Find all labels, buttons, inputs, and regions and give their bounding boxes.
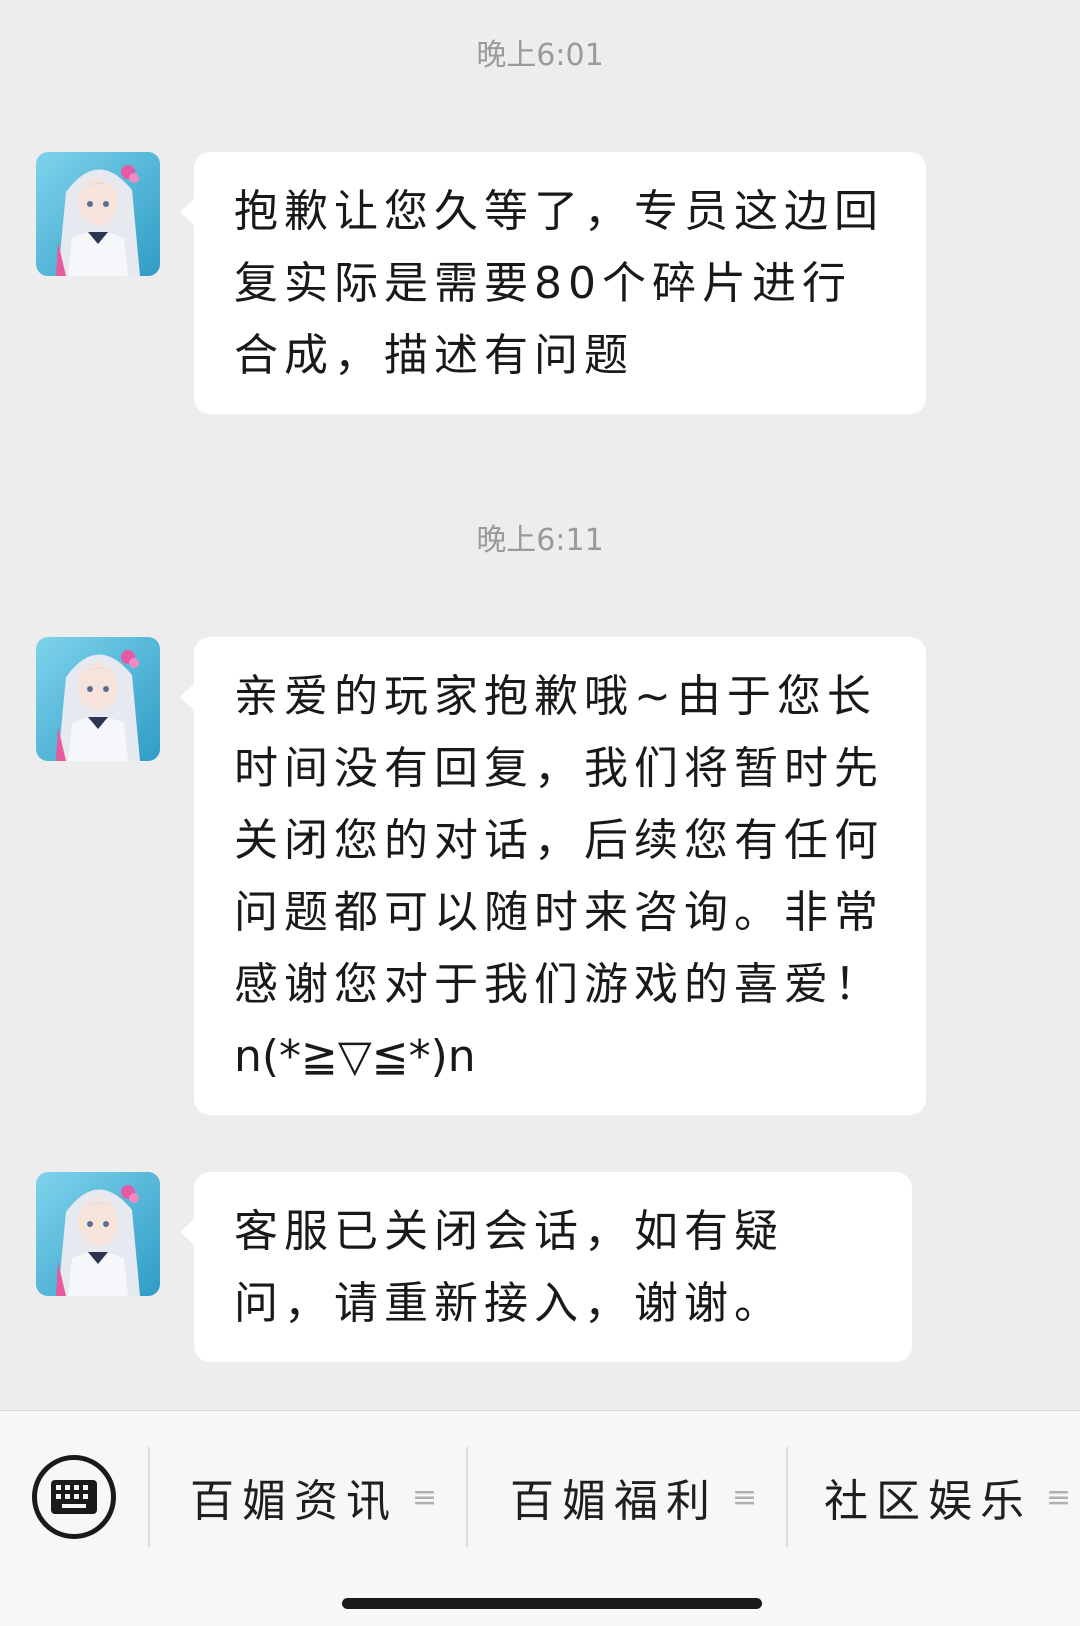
bottom-menu-bar: 百媚资讯 ≡ 百媚福利 ≡ 社区娱乐 ≡ (0, 1410, 1080, 1626)
menu-divider (148, 1447, 150, 1547)
menu-item-label: 百媚福利 (510, 1476, 718, 1527)
menu-item-baimei-welfare[interactable]: 百媚福利 ≡ (510, 1455, 757, 1539)
message-text: 客服已关闭会话，如有疑问，请重新接入，谢谢。 (234, 1206, 784, 1329)
menu-item-baimei-news[interactable]: 百媚资讯 ≡ (190, 1455, 437, 1539)
keyboard-icon (51, 1480, 97, 1514)
avatar[interactable] (36, 152, 160, 276)
message-text: 抱歉让您久等了，专员这边回复实际是需要80个碎片进行合成，描述有问题 (234, 186, 884, 381)
menu-divider (786, 1447, 788, 1547)
menu-lines-icon: ≡ (732, 1479, 758, 1515)
menu-item-community[interactable]: 社区娱乐 ≡ (824, 1455, 1071, 1539)
message-text: 亲爱的玩家抱歉哦~由于您长时间没有回复，我们将暂时先关闭您的对话，后续您有任何问… (234, 671, 884, 1010)
menu-item-label: 百媚资讯 (190, 1476, 398, 1527)
emoticon-text: n(*≧▽≦*)n (234, 1031, 476, 1082)
menu-divider (466, 1447, 468, 1547)
menu-item-label: 社区娱乐 (824, 1476, 1032, 1527)
message-bubble[interactable]: 客服已关闭会话，如有疑问，请重新接入，谢谢。 (180, 1172, 912, 1362)
avatar[interactable] (36, 637, 160, 761)
avatar[interactable] (36, 1172, 160, 1296)
menu-lines-icon: ≡ (1046, 1479, 1072, 1515)
timestamp: 晚上6:11 (476, 523, 604, 558)
message-bubble[interactable]: 亲爱的玩家抱歉哦~由于您长时间没有回复，我们将暂时先关闭您的对话，后续您有任何问… (180, 637, 926, 1115)
chat-area: 晚上6:01 抱歉让您久等了，专员这边回复实际是需要80个碎片进行合成，描述有问… (0, 0, 1080, 1410)
keyboard-toggle-button[interactable] (32, 1455, 116, 1539)
home-indicator[interactable] (342, 1598, 762, 1609)
timestamp: 晚上6:01 (476, 38, 604, 73)
message-bubble[interactable]: 抱歉让您久等了，专员这边回复实际是需要80个碎片进行合成，描述有问题 (180, 152, 926, 414)
menu-lines-icon: ≡ (412, 1479, 438, 1515)
